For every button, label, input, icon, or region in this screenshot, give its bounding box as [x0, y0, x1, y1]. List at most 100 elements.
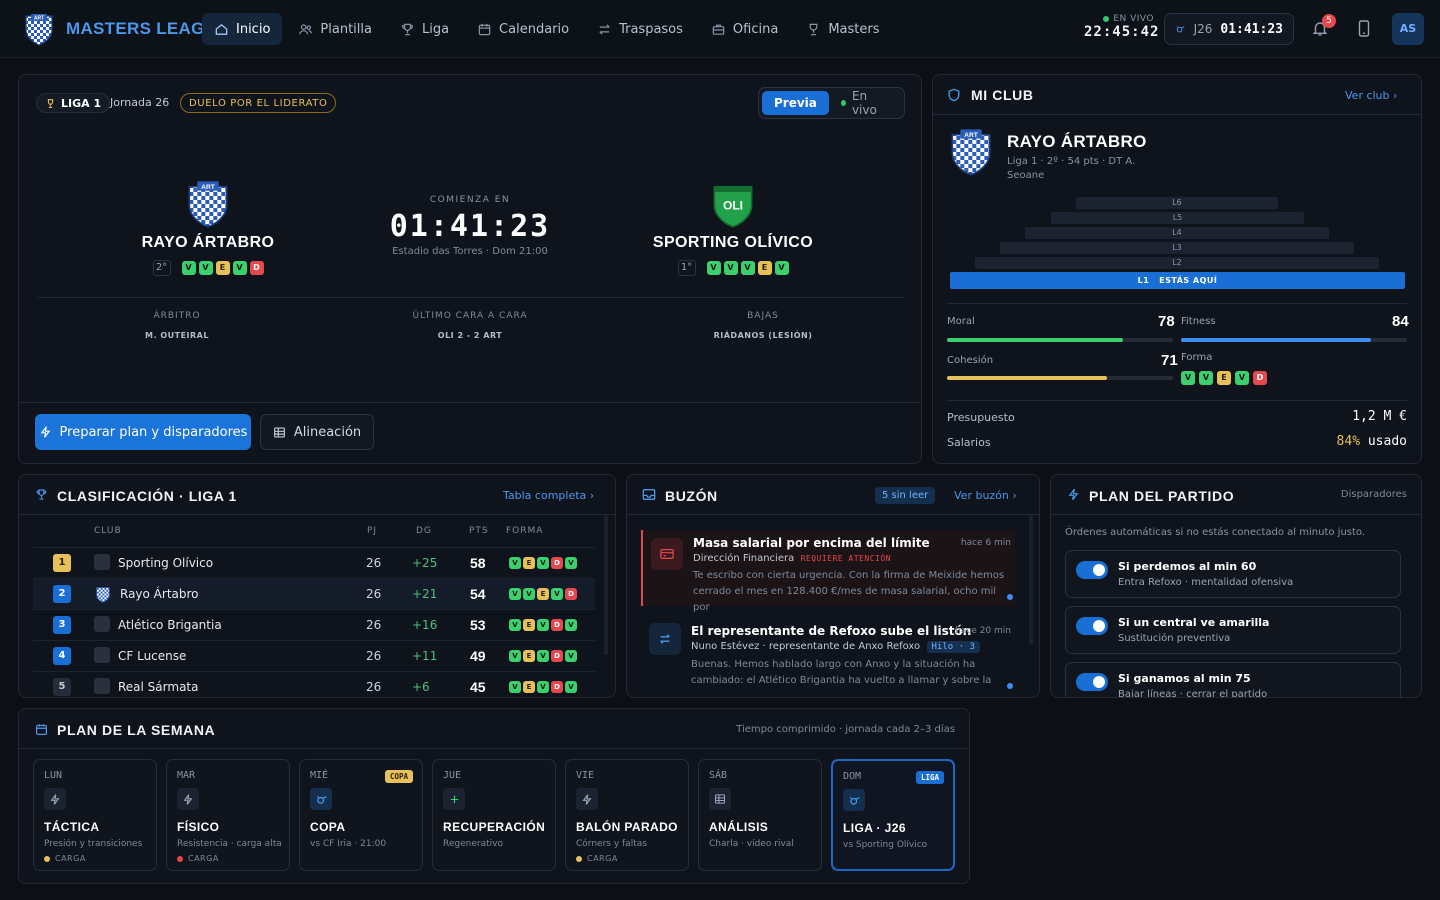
message-body: Buenas. Hemos hablado largo con Anxo y l…: [691, 659, 992, 686]
notification-count: 5: [1322, 14, 1336, 28]
club-coach: Seoane: [1007, 170, 1045, 181]
view-mailbox-link[interactable]: Ver buzón ›: [954, 489, 1017, 502]
form-badge: D: [551, 619, 563, 631]
plan-subtitle: Disparadores: [1340, 489, 1407, 500]
form-badge: D: [551, 681, 563, 693]
message-urgent[interactable]: Masa salarial por encima del límite hace…: [641, 530, 1015, 613]
salaries-value: 84% usado: [1250, 434, 1407, 449]
whistle-icon: [1176, 26, 1185, 33]
phone-icon[interactable]: [1358, 20, 1370, 37]
competition-tag: LIGA: [915, 771, 944, 784]
whistle-icon: [843, 789, 865, 811]
form-badge: V: [1181, 371, 1195, 385]
crest-text: ART: [964, 132, 978, 139]
day-card-dom[interactable]: DOM LIGA LIGA · J26 vs Sporting Olívico: [831, 759, 955, 871]
view-club-link[interactable]: Ver club ›: [1345, 89, 1397, 102]
user-avatar[interactable]: AS: [1392, 13, 1424, 45]
toggle-preview[interactable]: Previa: [762, 91, 829, 115]
live-label: EN VIVO: [1113, 14, 1154, 24]
day-title: RECUPERACIÓN: [443, 820, 546, 834]
table-row[interactable]: 1 Sporting Olívico 26 +25 58 V E V D V: [33, 547, 595, 578]
next-match-countdown[interactable]: J26 01:41:23: [1164, 13, 1294, 45]
day-card-mié[interactable]: MIÉ COPA COPA vs CF Iria · 21:00: [299, 759, 423, 871]
moral-bar: [947, 338, 1173, 342]
points: 49: [470, 648, 486, 664]
competition-tag: COPA: [384, 770, 413, 783]
table-row[interactable]: 2 Rayo Ártabro 26 +21 54 V V E V D: [33, 578, 595, 609]
rule-action: Sustitución preventiva: [1118, 633, 1231, 644]
countdown-time: 01:41:23: [1220, 21, 1283, 37]
load-dot: [44, 855, 50, 862]
message-title: El representante de Refoxo sube el listó…: [691, 624, 972, 638]
plus-icon: [443, 788, 465, 810]
trigger-rule[interactable]: Si perdemos al min 60 Entra Refoxo · men…: [1065, 550, 1401, 598]
mailbox-title: BUZÓN: [665, 488, 718, 504]
calendar-icon: [36, 724, 47, 735]
form-badge: D: [551, 557, 563, 569]
whistle-icon: [310, 788, 332, 810]
table-row[interactable]: 3 Atlético Brigantia 26 +16 53 V E V D V: [33, 609, 595, 640]
day-card-sáb[interactable]: SÁB ANÁLISIS Charla · vídeo rival: [698, 759, 822, 871]
rule-toggle[interactable]: [1076, 617, 1108, 635]
fitness-value: 84: [1392, 313, 1409, 330]
away-position: 1°: [677, 260, 696, 276]
unread-dot: [1007, 594, 1013, 600]
briefcase-icon: [712, 24, 725, 35]
plan-description: Órdenes automáticas si no estás conectad…: [1065, 527, 1366, 538]
rank-badge: 4: [53, 647, 71, 665]
day-card-lun[interactable]: LUN TÁCTICA Presión y transiciones CARGA: [33, 759, 157, 871]
nav-oficina[interactable]: Oficina: [699, 13, 790, 45]
shield-icon: [948, 88, 960, 102]
day-card-vie[interactable]: VIE BALÓN PARADO Córners y faltas CARGA: [565, 759, 689, 871]
load-dot: [177, 855, 183, 862]
tier-l1-current: L1 ESTÁS AQUÍ: [950, 272, 1405, 289]
rule-toggle[interactable]: [1076, 673, 1108, 691]
toggle-live[interactable]: En vivo: [829, 89, 901, 117]
day-subtitle: Presión y transiciones: [44, 839, 143, 849]
message-avatar: [649, 623, 681, 655]
club-crest-icon: [94, 678, 110, 694]
rank-badge: 5: [53, 678, 71, 696]
live-dot: [1103, 16, 1110, 22]
form-badge: V: [523, 588, 535, 600]
form-badge: E: [523, 619, 535, 631]
rule-toggle[interactable]: [1076, 561, 1108, 579]
away-crest-icon: OLI: [713, 185, 753, 228]
points: 45: [470, 679, 486, 695]
club-crest-icon: [94, 647, 110, 663]
table-row[interactable]: 5 Real Sármata 26 +6 45 V E V D V: [33, 671, 595, 697]
trigger-rule[interactable]: Si ganamos al min 75 Bajar líneas · cerr…: [1065, 662, 1401, 698]
day-card-mar[interactable]: MAR FÍSICO Resistencia · carga alta CARGA: [166, 759, 290, 871]
load-label: CARGA: [188, 854, 219, 863]
fitness-label: Fitness: [1181, 316, 1216, 327]
message-agent[interactable]: El representante de Refoxo sube el listó…: [641, 617, 1015, 697]
club-name: CF Lucense: [118, 649, 187, 663]
day-card-jue[interactable]: JUE RECUPERACIÓN Regenerativo: [432, 759, 556, 871]
match-plan-card: PLAN DEL PARTIDO Disparadores Órdenes au…: [1050, 474, 1422, 698]
form-badge: V: [509, 588, 521, 600]
fitness-bar-fill: [1181, 338, 1371, 342]
form-badge: V: [509, 619, 521, 631]
away-team[interactable]: OLI SPORTING OLÍVICO 1° V V V E V: [633, 180, 833, 276]
moral-label: Moral: [947, 316, 975, 327]
rule-action: Bajar líneas · cerrar el partido: [1118, 689, 1268, 698]
my-club-card: [932, 74, 1422, 464]
goal-diff: +16: [412, 618, 438, 632]
moral-value: 78: [1158, 313, 1175, 330]
scrollbar[interactable]: [1029, 515, 1033, 645]
day-name: LUN: [44, 770, 63, 781]
club-name: Sporting Olívico: [118, 556, 214, 570]
table-row[interactable]: 4 CF Lucense 26 +11 49 V E V D V: [33, 640, 595, 671]
trigger-rule[interactable]: Si un central ve amarilla Sustitución pr…: [1065, 606, 1401, 654]
nav-masters[interactable]: Masters: [794, 13, 891, 45]
form-badge: V: [537, 619, 549, 631]
cohesion-value: 71: [1161, 352, 1178, 369]
played: 26: [366, 618, 382, 632]
day-subtitle: Resistencia · carga alta: [177, 839, 282, 849]
day-name: MAR: [177, 770, 196, 781]
tier-l6: L6: [1076, 197, 1278, 209]
day-subtitle: Charla · vídeo rival: [709, 839, 794, 849]
form-badge: E: [523, 650, 535, 662]
day-title: LIGA · J26: [843, 821, 906, 835]
form-badge: V: [723, 261, 738, 275]
